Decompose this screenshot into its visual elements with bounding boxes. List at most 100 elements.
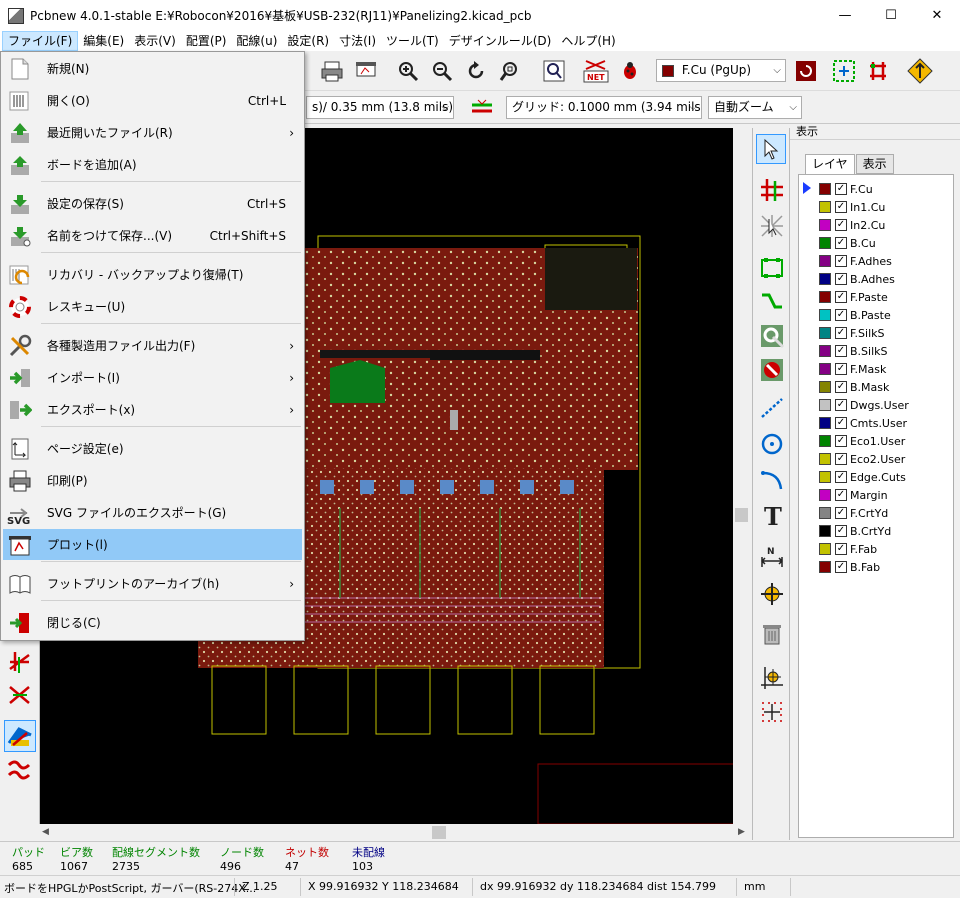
- layer-visibility-checkbox[interactable]: ✓: [835, 561, 847, 573]
- layer-row[interactable]: ✓ Cmts.User: [819, 414, 907, 432]
- layer-color-swatch[interactable]: [819, 525, 831, 537]
- layer-row[interactable]: ✓ B.CrtYd: [819, 522, 891, 540]
- menu-item-fabrication[interactable]: 各種製造用ファイル出力(F) ›: [3, 330, 302, 361]
- zoom-select[interactable]: 自動ズーム ⌵: [708, 96, 802, 119]
- drc-icon[interactable]: [616, 57, 644, 85]
- layer-color-swatch[interactable]: [819, 201, 831, 213]
- layer-visibility-checkbox[interactable]: ✓: [835, 543, 847, 555]
- menu-design-rules[interactable]: デザインルール(D): [444, 31, 557, 51]
- layer-visibility-checkbox[interactable]: ✓: [835, 417, 847, 429]
- layer-visibility-checkbox[interactable]: ✓: [835, 381, 847, 393]
- menu-edit[interactable]: 編集(E): [78, 31, 129, 51]
- microwave-toolbar-icon[interactable]: [6, 756, 34, 784]
- menu-item-recovery[interactable]: リカバリ - バックアップより復帰(T): [3, 259, 302, 290]
- layer-visibility-checkbox[interactable]: ✓: [835, 363, 847, 375]
- layer-color-swatch[interactable]: [819, 183, 831, 195]
- module-ratsnest-icon[interactable]: [6, 680, 34, 708]
- menu-item-export[interactable]: エクスポート(x) ›: [3, 394, 302, 425]
- layer-row[interactable]: ✓ F.SilkS: [819, 324, 885, 342]
- layer-row[interactable]: ✓ Margin: [819, 486, 888, 504]
- menu-item-save-as[interactable]: 名前をつけて保存...(V) Ctrl+Shift+S: [3, 220, 302, 251]
- layer-row[interactable]: ✓ B.Cu: [819, 234, 876, 252]
- layer-color-swatch[interactable]: [819, 453, 831, 465]
- layer-visibility-checkbox[interactable]: ✓: [835, 309, 847, 321]
- layer-color-swatch[interactable]: [819, 471, 831, 483]
- auto-track-width-icon[interactable]: [468, 94, 496, 122]
- menu-item-archive[interactable]: フットプリントのアーカイブ(h) ›: [3, 568, 302, 599]
- add-graphic-line-icon[interactable]: [758, 394, 786, 422]
- add-via-icon[interactable]: [758, 322, 786, 350]
- layer-visibility-checkbox[interactable]: ✓: [835, 183, 847, 195]
- layer-color-swatch[interactable]: [819, 255, 831, 267]
- menu-item-plot[interactable]: プロット(l): [3, 529, 302, 560]
- layer-color-swatch[interactable]: [819, 489, 831, 501]
- mode-footprint-icon[interactable]: [830, 57, 858, 85]
- layer-row[interactable]: ✓ F.Adhes: [819, 252, 892, 270]
- layer-color-swatch[interactable]: [819, 273, 831, 285]
- layer-visibility-checkbox[interactable]: ✓: [835, 435, 847, 447]
- add-circle-icon[interactable]: [758, 430, 786, 458]
- layer-visibility-checkbox[interactable]: ✓: [835, 507, 847, 519]
- layer-color-swatch[interactable]: [819, 345, 831, 357]
- layer-color-swatch[interactable]: [819, 309, 831, 321]
- layer-row[interactable]: ✓ F.Fab: [819, 540, 877, 558]
- menu-item-append[interactable]: ボードを追加(A): [3, 149, 302, 180]
- select-arrow-icon[interactable]: [756, 134, 786, 164]
- menu-item-close[interactable]: 閉じる(C): [3, 607, 302, 638]
- layer-row[interactable]: ✓ Dwgs.User: [819, 396, 909, 414]
- layer-color-swatch[interactable]: [819, 399, 831, 411]
- layer-visibility-checkbox[interactable]: ✓: [835, 453, 847, 465]
- netlist-icon[interactable]: NET: [582, 57, 610, 85]
- layer-visibility-checkbox[interactable]: ✓: [835, 399, 847, 411]
- layer-row[interactable]: ✓ B.Adhes: [819, 270, 895, 288]
- menu-dimensions[interactable]: 寸法(I): [334, 31, 381, 51]
- horizontal-scroll-thumb[interactable]: [432, 826, 446, 839]
- minimize-button[interactable]: —: [822, 0, 868, 31]
- mode-track-icon[interactable]: [864, 57, 892, 85]
- layer-color-swatch[interactable]: [819, 327, 831, 339]
- close-button[interactable]: ✕: [914, 0, 960, 31]
- add-arc-icon[interactable]: [758, 466, 786, 494]
- vertical-scroll-thumb[interactable]: [735, 508, 748, 522]
- add-footprint-icon[interactable]: [758, 254, 786, 282]
- add-text-icon[interactable]: T: [758, 502, 786, 530]
- layer-row[interactable]: ✓ Eco2.User: [819, 450, 905, 468]
- maximize-button[interactable]: ☐: [868, 0, 914, 31]
- menu-item-new[interactable]: 新規(N): [3, 53, 302, 84]
- tab-render[interactable]: 表示: [855, 154, 894, 174]
- menu-route[interactable]: 配線(u): [231, 31, 282, 51]
- layer-visibility-checkbox[interactable]: ✓: [835, 525, 847, 537]
- layer-row[interactable]: ✓ B.Fab: [819, 558, 880, 576]
- layer-row[interactable]: ✓ In2.Cu: [819, 216, 885, 234]
- find-icon[interactable]: [540, 57, 568, 85]
- layer-select[interactable]: F.Cu (PgUp) ⌵: [656, 59, 786, 82]
- set-origin-icon[interactable]: [758, 664, 786, 692]
- menu-file[interactable]: ファイル(F): [2, 31, 79, 51]
- horizontal-scrollbar[interactable]: ◀ ▶: [40, 824, 752, 841]
- scroll-right-icon[interactable]: ▶: [738, 827, 745, 837]
- layer-row[interactable]: ✓ F.Cu: [819, 180, 873, 198]
- layer-color-swatch[interactable]: [819, 291, 831, 303]
- layer-color-swatch[interactable]: [819, 237, 831, 249]
- scroll-left-icon[interactable]: ◀: [42, 827, 49, 837]
- print-icon[interactable]: [318, 57, 346, 85]
- layer-row[interactable]: ✓ B.Paste: [819, 306, 891, 324]
- menu-help[interactable]: ヘルプ(H): [556, 31, 620, 51]
- layer-row[interactable]: ✓ Eco1.User: [819, 432, 905, 450]
- menu-view[interactable]: 表示(V): [129, 31, 181, 51]
- tab-layers[interactable]: レイヤ: [805, 154, 855, 174]
- zoom-out-icon[interactable]: [428, 57, 456, 85]
- layer-visibility-checkbox[interactable]: ✓: [835, 273, 847, 285]
- layer-color-swatch[interactable]: [819, 543, 831, 555]
- layer-row[interactable]: ✓ F.Paste: [819, 288, 888, 306]
- layer-row[interactable]: ✓ F.Mask: [819, 360, 886, 378]
- high-contrast-icon[interactable]: [4, 720, 36, 752]
- show-ratsnest-icon[interactable]: [6, 648, 34, 676]
- layer-color-swatch[interactable]: [819, 381, 831, 393]
- menu-tools[interactable]: ツール(T): [381, 31, 444, 51]
- vertical-scrollbar[interactable]: [733, 128, 750, 824]
- layer-color-swatch[interactable]: [819, 435, 831, 447]
- layer-visibility-checkbox[interactable]: ✓: [835, 201, 847, 213]
- layer-color-swatch[interactable]: [819, 507, 831, 519]
- add-track-icon[interactable]: [758, 288, 786, 316]
